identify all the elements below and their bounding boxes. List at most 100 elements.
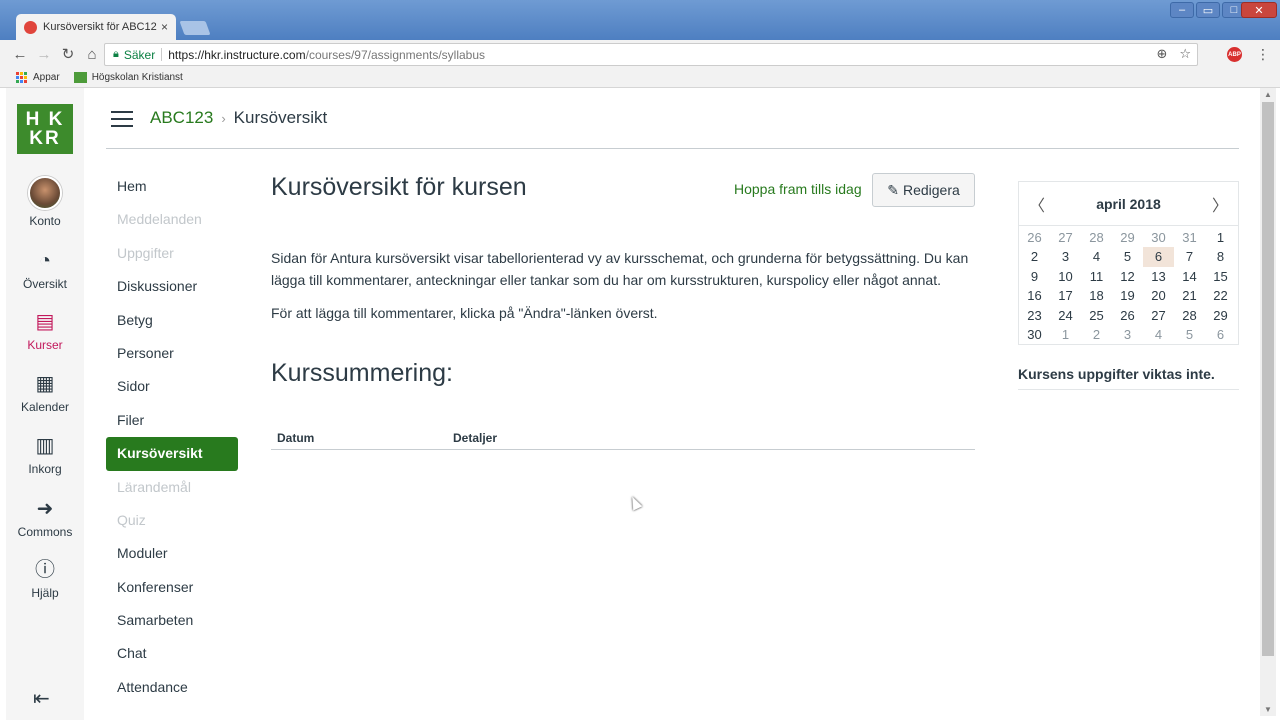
browser-tab[interactable]: Kursöversikt för ABC123 × <box>16 14 176 40</box>
bookmark-apps[interactable]: Appar <box>16 72 60 83</box>
calendar-day[interactable]: 17 <box>1050 286 1081 305</box>
course-nav-quizzes[interactable]: Quiz <box>106 504 238 537</box>
course-nav-chat[interactable]: Chat <box>106 637 238 670</box>
zoom-icon[interactable]: ⊕ <box>1156 46 1167 62</box>
minimize-icon[interactable]: – <box>1170 2 1194 18</box>
calendar-day[interactable]: 14 <box>1174 267 1205 286</box>
calendar-day[interactable]: 20 <box>1143 286 1174 305</box>
reload-icon[interactable]: ↻ <box>56 45 80 63</box>
course-menu-toggle[interactable] <box>111 111 133 132</box>
course-nav-assignments[interactable]: Uppgifter <box>106 237 238 270</box>
course-nav-files[interactable]: Filer <box>106 404 238 437</box>
adblock-icon[interactable]: ABP <box>1227 47 1242 62</box>
edit-button[interactable]: ✎ Redigera <box>872 173 975 207</box>
global-nav-help[interactable]: ⓘ Hjälp <box>6 557 84 600</box>
calendar-day[interactable]: 25 <box>1081 306 1112 325</box>
calendar-day[interactable]: 4 <box>1143 325 1174 344</box>
calendar-day[interactable]: 27 <box>1050 228 1081 247</box>
hkr-logo[interactable]: H K KR <box>17 104 73 154</box>
calendar-day[interactable]: 21 <box>1174 286 1205 305</box>
calendar-day[interactable]: 31 <box>1174 228 1205 247</box>
global-nav-account[interactable]: Konto <box>6 176 84 228</box>
home-icon[interactable]: ⌂ <box>80 46 104 63</box>
course-nav-pages[interactable]: Sidor <box>106 370 238 403</box>
calendar-day[interactable]: 9 <box>1019 267 1050 286</box>
calendar-day[interactable]: 18 <box>1081 286 1112 305</box>
calendar-day[interactable]: 28 <box>1174 306 1205 325</box>
url-host: https://hkr.instructure.com <box>168 47 306 62</box>
global-nav-dashboard[interactable]: ◔ Översikt <box>6 248 84 291</box>
calendar-day[interactable]: 3 <box>1112 325 1143 344</box>
restore-icon[interactable]: ▭ <box>1196 2 1220 18</box>
calendar-day[interactable]: 24 <box>1050 306 1081 325</box>
global-nav-calendar[interactable]: ▦ Kalender <box>6 371 84 414</box>
new-tab-button[interactable] <box>179 21 211 35</box>
course-nav-modules[interactable]: Moduler <box>106 537 238 570</box>
course-nav-announcements[interactable]: Meddelanden <box>106 203 238 236</box>
calendar-day[interactable]: 29 <box>1112 228 1143 247</box>
previous-month-icon[interactable]: 〈 <box>1029 192 1045 216</box>
course-nav-outcomes[interactable]: Lärandemål <box>106 471 238 504</box>
calendar-day[interactable]: 22 <box>1205 286 1236 305</box>
inbox-icon: ▥ <box>35 435 55 457</box>
calendar-day[interactable]: 6 <box>1143 247 1174 267</box>
calendar-day[interactable]: 15 <box>1205 267 1236 286</box>
calendar-day[interactable]: 13 <box>1143 267 1174 286</box>
global-nav-label: Översikt <box>22 277 67 291</box>
calendar-day[interactable]: 16 <box>1019 286 1050 305</box>
next-month-icon[interactable]: 〉 <box>1212 192 1228 216</box>
browser-menu-icon[interactable]: ⋮ <box>1256 46 1270 63</box>
calendar-day[interactable]: 2 <box>1081 325 1112 344</box>
calendar-day[interactable]: 3 <box>1050 247 1081 266</box>
calendar-day[interactable]: 26 <box>1112 306 1143 325</box>
course-nav-people[interactable]: Personer <box>106 337 238 370</box>
calendar-day[interactable]: 29 <box>1205 306 1236 325</box>
global-nav-inbox[interactable]: ▥ Inkorg <box>6 433 84 476</box>
course-nav-conferences[interactable]: Konferenser <box>106 571 238 604</box>
global-nav-courses[interactable]: ▤ Kurser <box>6 309 84 352</box>
back-arrow-icon[interactable]: ← <box>8 46 32 63</box>
calendar-day[interactable]: 30 <box>1143 228 1174 247</box>
forward-arrow-icon[interactable]: → <box>32 46 56 63</box>
course-nav-home[interactable]: Hem <box>106 170 238 203</box>
course-nav-syllabus[interactable]: Kursöversikt <box>106 437 238 471</box>
scroll-down-icon[interactable]: ▼ <box>1264 705 1272 714</box>
tab-close-icon[interactable]: × <box>161 20 168 34</box>
bookmark-star-icon[interactable]: ☆ <box>1179 46 1191 62</box>
calendar-day[interactable]: 4 <box>1081 247 1112 266</box>
calendar-day[interactable]: 5 <box>1112 247 1143 266</box>
calendar-day[interactable]: 8 <box>1205 247 1236 266</box>
calendar-day[interactable]: 12 <box>1112 267 1143 286</box>
calendar-day[interactable]: 26 <box>1019 228 1050 247</box>
address-bar[interactable]: 🔒︎ Säker https://hkr.instructure.com/cou… <box>104 43 1198 66</box>
calendar-day[interactable]: 10 <box>1050 267 1081 286</box>
calendar-day[interactable]: 28 <box>1081 228 1112 247</box>
bookmark-hkr[interactable]: Högskolan Kristianst <box>73 72 183 83</box>
breadcrumb-course-link[interactable]: ABC123 <box>150 108 213 128</box>
breadcrumb: ABC123 › Kursöversikt <box>150 108 327 128</box>
scroll-thumb[interactable] <box>1262 102 1274 656</box>
calendar-day[interactable]: 11 <box>1081 267 1112 286</box>
course-nav-grades[interactable]: Betyg <box>106 304 238 337</box>
window-close-icon[interactable]: ✕ <box>1241 2 1277 18</box>
jump-to-today-link[interactable]: Hoppa fram tills idag <box>734 181 862 197</box>
global-nav-commons[interactable]: ➜ Commons <box>6 496 84 539</box>
calendar-day[interactable]: 5 <box>1174 325 1205 344</box>
calendar-day[interactable]: 1 <box>1205 228 1236 247</box>
calendar-day[interactable]: 23 <box>1019 306 1050 325</box>
calendar-day[interactable]: 2 <box>1019 247 1050 266</box>
calendar-day[interactable]: 7 <box>1174 247 1205 266</box>
scroll-up-icon[interactable]: ▲ <box>1264 90 1272 99</box>
course-nav-attendance[interactable]: Attendance <box>106 671 238 704</box>
calendar-day[interactable]: 27 <box>1143 306 1174 325</box>
calendar-day[interactable]: 6 <box>1205 325 1236 344</box>
course-nav-discussions[interactable]: Diskussioner <box>106 270 238 303</box>
calendar-day[interactable]: 30 <box>1019 325 1050 344</box>
course-nav-collaborations[interactable]: Samarbeten <box>106 604 238 637</box>
apps-grid-icon <box>16 72 27 83</box>
page-scrollbar[interactable]: ▲ ▼ <box>1260 88 1276 716</box>
commons-icon: ➜ <box>36 498 54 520</box>
collapse-nav-icon[interactable]: ⇤ <box>33 686 50 711</box>
calendar-day[interactable]: 19 <box>1112 286 1143 305</box>
calendar-day[interactable]: 1 <box>1050 325 1081 344</box>
